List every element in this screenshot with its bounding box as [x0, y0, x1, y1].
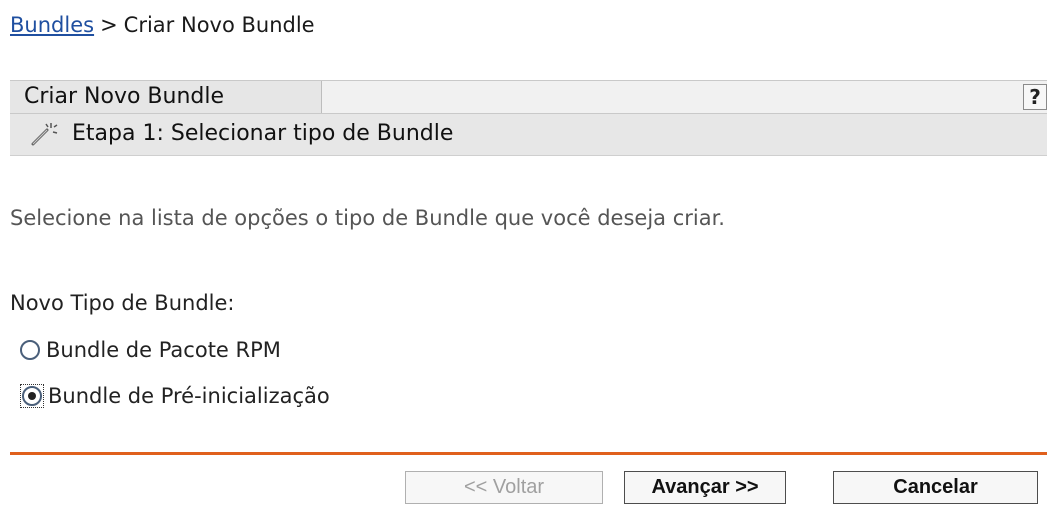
instructions-text: Selecione na lista de opções o tipo de B…: [10, 206, 725, 230]
radio-button[interactable]: [20, 340, 40, 360]
back-button[interactable]: << Voltar: [405, 471, 603, 504]
create-bundle-page: Bundles > Criar Novo Bundle Criar Novo Bun…: [0, 0, 1047, 506]
breadcrumb-separator: >: [100, 13, 118, 37]
next-button[interactable]: Avançar >>: [624, 471, 786, 504]
radio-focus-ring: [20, 384, 44, 408]
footer-divider: [10, 452, 1047, 455]
radio-button-selected[interactable]: [22, 386, 42, 406]
panel-title-bar: Criar Novo Bundle ?: [10, 80, 1047, 114]
radio-option-rpm-bundle[interactable]: Bundle de Pacote RPM: [20, 336, 281, 364]
step-title: Etapa 1: Selecionar tipo de Bundle: [72, 121, 454, 146]
panel-title: Criar Novo Bundle: [10, 81, 322, 113]
breadcrumb: Bundles > Criar Novo Bundle: [10, 12, 315, 38]
help-button[interactable]: ?: [1023, 84, 1047, 110]
cancel-button[interactable]: Cancelar: [833, 471, 1038, 504]
breadcrumb-bundles-link[interactable]: Bundles: [10, 13, 94, 37]
breadcrumb-current: Criar Novo Bundle: [123, 13, 315, 37]
step-header: Etapa 1: Selecionar tipo de Bundle: [10, 114, 1047, 156]
bundle-type-label: Novo Tipo de Bundle:: [10, 291, 235, 315]
radio-label: Bundle de Pré-inicialização: [48, 384, 330, 408]
radio-label: Bundle de Pacote RPM: [46, 338, 281, 362]
radio-option-preboot-bundle[interactable]: Bundle de Pré-inicialização: [20, 382, 330, 410]
wand-icon: [31, 123, 58, 146]
